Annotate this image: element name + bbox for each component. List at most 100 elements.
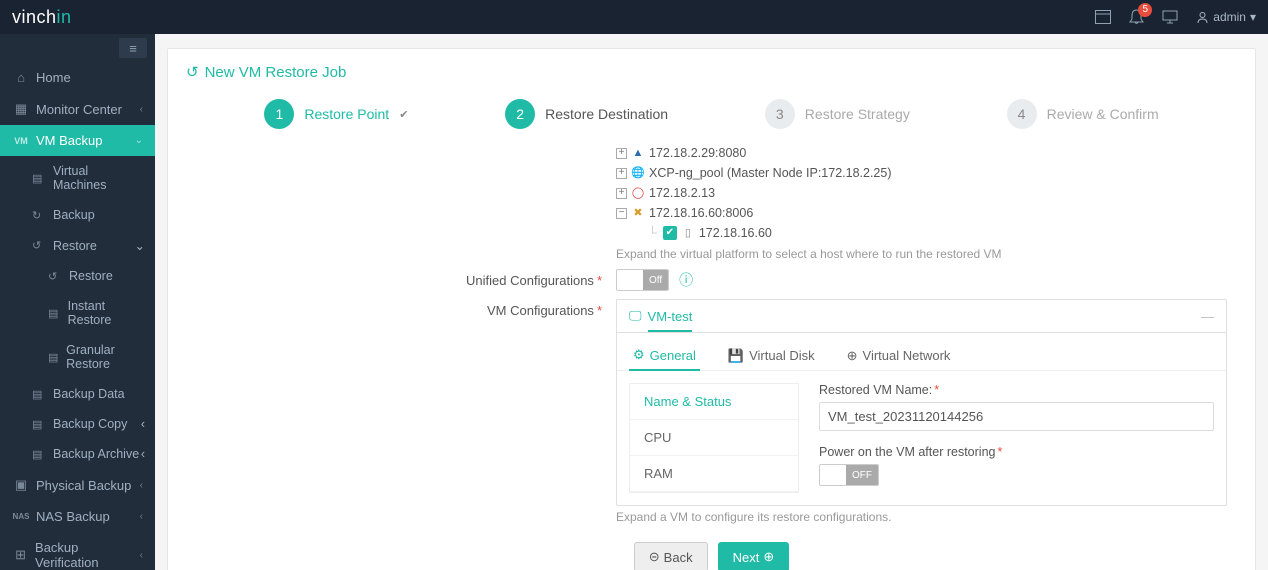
- side-tab-ram[interactable]: RAM: [630, 456, 798, 492]
- back-button[interactable]: ⊝ Back: [634, 542, 708, 570]
- sidebar-item-label: Physical Backup: [36, 478, 131, 493]
- step-number: 3: [765, 99, 795, 129]
- backup-data-icon: ▤: [32, 388, 48, 401]
- toggle-label: OFF: [846, 465, 878, 485]
- granular-restore-icon: ▤: [48, 351, 61, 364]
- sidebar-sub-virtual-machines[interactable]: ▤ Virtual Machines: [0, 156, 155, 200]
- sidebar-collapse-button[interactable]: ≡: [119, 38, 147, 58]
- side-tab-name-status[interactable]: Name & Status: [630, 384, 798, 420]
- expand-icon[interactable]: +: [616, 148, 627, 159]
- sidebar-item-backup-verification[interactable]: ⊞ Backup Verification ‹: [0, 532, 155, 570]
- notifications-icon[interactable]: 5: [1129, 9, 1144, 25]
- host-tree: + ▲ 172.18.2.29:8080 + 🌐 XCP-ng_pool (Ma…: [616, 143, 1227, 243]
- button-label: Next: [733, 550, 760, 565]
- toggle-label: Off: [643, 270, 668, 290]
- sidebar-item-label: Home: [36, 70, 71, 85]
- tree-node[interactable]: − ✖ 172.18.16.60:8006: [616, 203, 1227, 223]
- tab-label: General: [650, 348, 696, 363]
- host-icon: ▯: [681, 226, 695, 240]
- sidebar-sub-backup-data[interactable]: ▤ Backup Data: [0, 379, 155, 409]
- check-icon: ✔: [399, 108, 408, 121]
- tree-node-label: XCP-ng_pool (Master Node IP:172.18.2.25): [649, 163, 892, 183]
- sidebar-item-label: Backup Copy: [53, 417, 127, 431]
- tree-node[interactable]: + ◯ 172.18.2.13: [616, 183, 1227, 203]
- topbar: vinchin 5 admin ▾: [0, 0, 1268, 34]
- platform-icon: 🌐: [631, 166, 645, 180]
- expand-icon[interactable]: +: [616, 168, 627, 179]
- unified-config-toggle[interactable]: Off: [616, 269, 669, 291]
- chevron-left-icon: ‹: [141, 447, 145, 461]
- sidebar-item-vm-backup[interactable]: VM VM Backup ⌄: [0, 125, 155, 156]
- tree-node-label: 172.18.16.60:8006: [649, 203, 753, 223]
- sidebar-item-label: Backup Archive: [53, 447, 139, 461]
- chevron-down-icon: ▾: [1250, 10, 1256, 24]
- main-content: ↺ New VM Restore Job 1 Restore Point ✔ 2…: [155, 34, 1268, 570]
- backup-archive-icon: ▤: [32, 448, 48, 461]
- monitor-icon[interactable]: [1162, 10, 1178, 24]
- step-restore-strategy[interactable]: 3 Restore Strategy: [765, 99, 910, 129]
- brand-logo: vinchin: [12, 7, 72, 28]
- sidebar-sub-backup-copy[interactable]: ▤ Backup Copy ‹: [0, 409, 155, 439]
- vm-panel-body: Name & Status CPU RAM Restored VM Name:*…: [617, 371, 1226, 505]
- sidebar-item-monitor[interactable]: ▦ Monitor Center ‹: [0, 93, 155, 125]
- sidebar-sub-backup[interactable]: ↻ Backup: [0, 200, 155, 230]
- page-title: ↺ New VM Restore Job: [186, 63, 1237, 81]
- restore-arrow-icon: ↺: [186, 63, 199, 81]
- sidebar-item-label: NAS Backup: [36, 509, 110, 524]
- sidebar-sub-granular-restore[interactable]: ▤ Granular Restore: [0, 335, 155, 379]
- sidebar-sub-backup-archive[interactable]: ▤ Backup Archive ‹: [0, 439, 155, 469]
- collapse-icon[interactable]: —: [1201, 309, 1214, 324]
- restore-icon: ↺: [32, 239, 48, 252]
- tree-leaf-host[interactable]: └ ✔ ▯ 172.18.16.60: [648, 223, 1227, 243]
- vm-list-icon: ▤: [32, 172, 48, 185]
- vm-panel-header: 🖵 VM-test —: [617, 300, 1226, 333]
- sidebar-item-label: Backup: [53, 208, 95, 222]
- window-icon[interactable]: [1095, 10, 1111, 24]
- chevron-left-icon: ‹: [140, 104, 143, 115]
- power-on-toggle[interactable]: OFF: [819, 464, 879, 486]
- vm-name-link[interactable]: VM-test: [648, 309, 693, 332]
- vm-config-row: VM Configurations* 🖵 VM-test — ⚙ General: [186, 299, 1237, 524]
- sidebar-sub-restore-restore[interactable]: ↺ Restore: [0, 261, 155, 291]
- step-review-confirm[interactable]: 4 Review & Confirm: [1007, 99, 1159, 129]
- sidebar-item-home[interactable]: ⌂ Home: [0, 62, 155, 93]
- info-icon[interactable]: ⓘ: [679, 270, 693, 290]
- host-tree-row: + ▲ 172.18.2.29:8080 + 🌐 XCP-ng_pool (Ma…: [186, 143, 1237, 261]
- tab-general[interactable]: ⚙ General: [629, 341, 700, 371]
- sidebar-item-label: Restore: [69, 269, 113, 283]
- platform-icon: ✖: [631, 206, 645, 220]
- tree-node[interactable]: + 🌐 XCP-ng_pool (Master Node IP:172.18.2…: [616, 163, 1227, 183]
- sidebar-item-label: VM Backup: [36, 133, 102, 148]
- collapse-icon[interactable]: −: [616, 208, 627, 219]
- arrow-left-icon: ⊝: [649, 549, 660, 565]
- vm-config-help-text: Expand a VM to configure its restore con…: [616, 510, 1227, 524]
- tree-node[interactable]: + ▲ 172.18.2.29:8080: [616, 143, 1227, 163]
- sidebar-toggle-row: ≡: [0, 34, 155, 62]
- sidebar-item-nas-backup[interactable]: NAS NAS Backup ‹: [0, 501, 155, 532]
- tree-node-label: 172.18.2.29:8080: [649, 143, 746, 163]
- sidebar-sub-restore[interactable]: ↺ Restore ⌄: [0, 230, 155, 261]
- step-restore-destination[interactable]: 2 Restore Destination: [505, 99, 668, 129]
- sidebar-item-label: Backup Verification: [35, 540, 140, 570]
- side-tab-cpu[interactable]: CPU: [630, 420, 798, 456]
- brand-prefix: vinch: [12, 7, 57, 27]
- sidebar-item-physical-backup[interactable]: ▣ Physical Backup ‹: [0, 469, 155, 501]
- step-label: Review & Confirm: [1047, 106, 1159, 122]
- tab-virtual-network[interactable]: ⊕ Virtual Network: [843, 341, 955, 370]
- wizard-footer: ⊝ Back Next ⊕: [186, 542, 1237, 570]
- user-menu[interactable]: admin ▾: [1196, 10, 1256, 24]
- sidebar-item-label: Virtual Machines: [53, 164, 145, 192]
- backup-icon: ↻: [32, 209, 48, 222]
- restored-vm-name-input[interactable]: [819, 402, 1214, 431]
- sidebar-item-label: Restore: [53, 239, 97, 253]
- expand-icon[interactable]: +: [616, 188, 627, 199]
- arrow-right-icon: ⊕: [763, 549, 774, 565]
- notif-badge: 5: [1138, 3, 1152, 17]
- checked-icon[interactable]: ✔: [663, 226, 677, 240]
- nas-backup-icon: NAS: [12, 512, 30, 521]
- chevron-down-icon: ⌄: [135, 238, 145, 253]
- sidebar-sub-instant-restore[interactable]: ▤ Instant Restore: [0, 291, 155, 335]
- tab-virtual-disk[interactable]: 💾 Virtual Disk: [724, 341, 819, 370]
- step-restore-point[interactable]: 1 Restore Point ✔: [264, 99, 408, 129]
- next-button[interactable]: Next ⊕: [718, 542, 790, 570]
